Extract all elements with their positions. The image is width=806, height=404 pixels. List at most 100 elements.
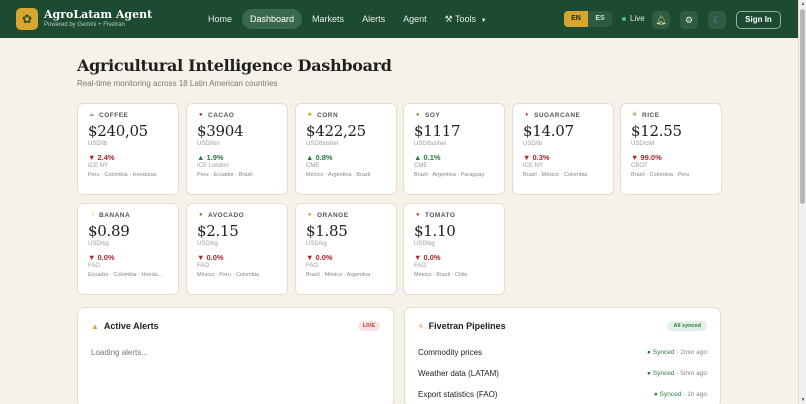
commodity-card-soy[interactable]: ♠ SOY $1117 USD/bushel ▲ 0.1% CME Brazil … [403,103,505,195]
commodity-card-tomato[interactable]: ● TOMATO $1.10 USD/kg ▼ 0.0% FAO México ·… [403,203,505,295]
active-alerts-panel: ▲ Active Alerts LIVE Loading alerts... [77,307,394,404]
pipelines-title: Fivetran Pipelines [428,321,506,331]
commodity-card-sugarcane[interactable]: ♦ SUGARCANE $14.07 USD/lb ▼ 0.3% ICE NY B… [512,103,614,195]
commodity-card-avocado[interactable]: ● AVOCADO $2.15 USD/kg ▼ 0.0% FAO México … [186,203,288,295]
page-scrollbar[interactable]: ▲ ▼ [798,0,806,404]
commodity-change: ▼ 0.0% [306,253,333,262]
nav-dashboard[interactable]: Dashboard [242,9,303,29]
commodity-unit: USD/kg [306,241,327,247]
orange-icon: ● [307,212,313,218]
nav-alerts[interactable]: Alerts [354,9,393,29]
commodity-price: $0.89 [88,222,130,240]
commodity-price: $1.10 [414,222,456,240]
language-toggle: EN ES [564,11,612,27]
commodity-unit: USD/kg [197,241,218,247]
commodity-countries: Brazil · México · Argentina [306,272,371,278]
commodity-change: ▲ 0.8% [306,153,333,162]
commodity-card-coffee[interactable]: ☕ COFFEE $240,05 USD/lb ▼ 2.4% ICE NY Per… [77,103,179,195]
brand-subtitle: Powered by Gemini + Fivetran [44,22,125,28]
top-navbar: ✿ AgroLatam Agent Powered by Gemini + Fi… [0,0,798,38]
coffee-icon: ☕ [89,112,95,118]
commodity-price: $422,25 [306,122,366,140]
commodity-card-rice[interactable]: ❀ RICE $12.55 USD/cwt ▼ 99.0% CBOT Brazil… [620,103,722,195]
settings-button[interactable]: ⚙ [680,11,698,29]
pipeline-row[interactable]: Weather data (LATAM) ● Synced · 5min ago [418,367,707,379]
page-subtitle: Real-time monitoring across 18 Latin Ame… [77,79,278,88]
commodity-card-banana[interactable]: ☽ BANANA $0.89 USD/kg ▼ 0.0% FAO Ecuador … [77,203,179,295]
commodity-price: $12.55 [631,122,682,140]
page-title: Agricultural Intelligence Dashboard [77,56,392,75]
sign-in-button[interactable]: Sign In [736,11,781,29]
scroll-down-icon[interactable]: ▼ [800,397,806,403]
lang-es-button[interactable]: ES [588,11,612,27]
commodity-name: COFFEE [99,111,129,119]
chevron-down-icon: ▼ [480,18,487,24]
alerts-title: Active Alerts [103,321,159,331]
commodity-change: ▲ 0.1% [414,153,441,162]
commodity-name: CACAO [208,111,235,119]
live-indicator: Live [622,14,645,23]
commodity-exchange: CME [414,163,428,169]
commodity-exchange: CBOT [631,163,648,169]
pipeline-time: 2min ago [680,348,707,356]
commodity-unit: USD/cwt [631,141,655,147]
commodity-change: ▼ 99.0% [631,153,662,162]
sugarcane-icon: ♦ [525,112,529,118]
commodity-change: ▼ 0.0% [197,253,224,262]
brand[interactable]: ✿ AgroLatam Agent Powered by Gemini + Fi… [16,8,152,30]
commodity-card-cacao[interactable]: ● CACAO $3904 USD/ton ▲ 1.9% ICE London P… [186,103,288,195]
wheat-icon: ✿ [16,8,38,30]
nav-home[interactable]: Home [200,9,240,29]
pipeline-row[interactable]: Commodity prices ● Synced · 2min ago [418,346,707,358]
pipeline-status-text: Synced [659,390,682,398]
banana-icon: ☽ [89,212,95,218]
alert-bell-icon: ▲ [91,321,99,331]
commodity-name: SUGARCANE [534,111,581,119]
pipeline-name: Export statistics (FAO) [418,389,498,399]
commodity-exchange: ICE London [197,163,229,169]
commodity-unit: USD/bushel [414,141,447,147]
commodity-countries: México · Argentina · Brazil [306,172,371,178]
commodity-countries: Ecuador · Colombia · Hondu... [88,272,163,278]
commodity-unit: USD/kg [414,241,435,247]
nav-markets[interactable]: Markets [304,9,352,29]
commodity-name: SOY [425,111,441,119]
live-badge: LIVE [357,321,380,331]
scroll-up-icon[interactable]: ▲ [800,1,806,7]
commodity-change: ▲ 1.9% [197,153,224,162]
pipeline-status-text: Synced [652,348,675,356]
nav-tools-dropdown[interactable]: ⚒ Tools ▼ [437,9,495,29]
pipeline-time: 5min ago [680,369,707,377]
notifications-button[interactable]: 🔔︎ [652,11,670,29]
cacao-icon: ● [198,112,204,118]
commodity-card-orange[interactable]: ● ORANGE $1.85 USD/kg ▼ 0.0% FAO Brazil ·… [295,203,397,295]
commodity-unit: USD/bushel [306,141,339,147]
pipeline-status: ● Synced · 5min ago [647,369,707,377]
tomato-icon: ● [415,212,421,218]
commodity-price: $14.07 [523,122,574,140]
commodity-name: CORN [317,111,339,119]
commodity-unit: USD/kg [88,241,109,247]
commodity-change: ▼ 0.3% [523,153,550,162]
pipeline-status: ● Synced · 1h ago [653,390,707,398]
theme-toggle-button[interactable]: ☾ [708,11,726,29]
bell-icon: 🔔︎ [655,14,667,25]
commodity-countries: Peru · Colombia · Honduras [88,172,157,178]
nav-agent[interactable]: Agent [395,9,435,29]
pipeline-row[interactable]: Export statistics (FAO) ● Synced · 1h ag… [418,388,707,400]
commodity-countries: México · Brazil · Chile [414,272,468,278]
commodity-exchange: FAO [88,263,101,269]
commodity-change: ▼ 2.4% [88,153,115,162]
fivetran-pipelines-panel: ⚡ Fivetran Pipelines All synced Commodit… [404,307,721,404]
commodity-change: ▼ 0.0% [88,253,115,262]
scrollbar-thumb[interactable] [800,9,805,204]
commodity-name: BANANA [99,211,131,219]
wrench-icon: ⚒ [444,14,453,24]
commodity-countries: Peru · Ecuador · Brazil [197,172,253,178]
gear-icon: ⚙ [684,14,694,25]
commodity-exchange: FAO [306,263,319,269]
lang-en-button[interactable]: EN [564,11,588,27]
pipeline-status-text: Synced [652,369,675,377]
commodity-card-corn[interactable]: ♣ CORN $422,25 USD/bushel ▲ 0.8% CME Méxi… [295,103,397,195]
commodity-change: ▼ 0.0% [414,253,441,262]
